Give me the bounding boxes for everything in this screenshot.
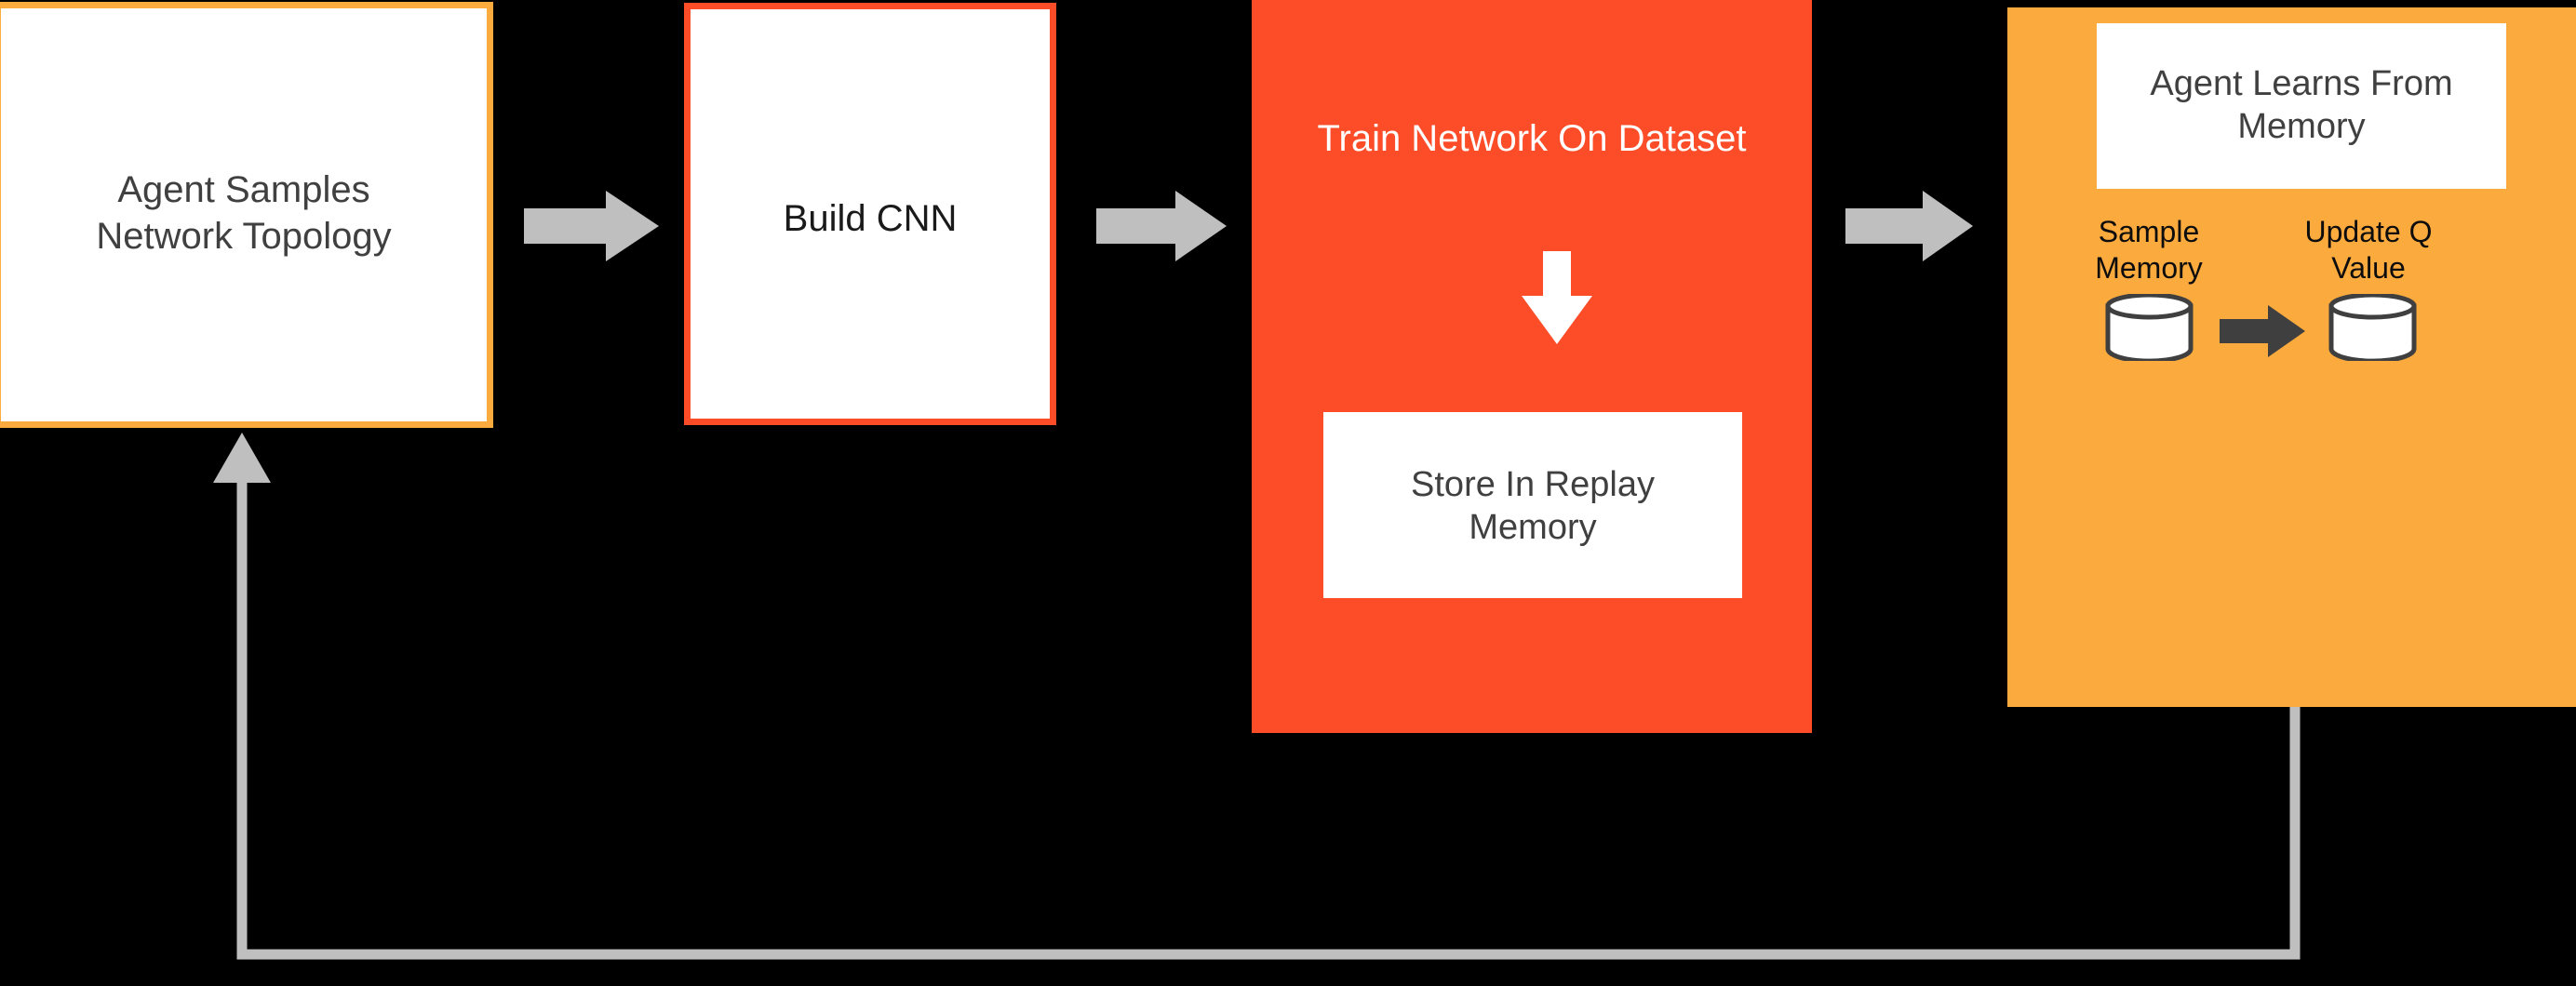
store-in-replay-memory-box[interactable]: Store In Replay Memory: [1323, 412, 1742, 598]
connector-arrow-1: [524, 191, 659, 261]
stage-agent-samples[interactable]: Agent Samples Network Topology: [0, 2, 493, 428]
stage-build-cnn-label: Build CNN: [783, 198, 958, 239]
agent-learns-from-memory-label: Agent Learns From Memory: [2150, 64, 2453, 146]
update-q-value-label: Update Q Value: [2304, 215, 2433, 285]
store-in-replay-memory-label: Store In Replay Memory: [1411, 465, 1655, 547]
connector-arrow-3: [1845, 191, 1973, 261]
right-arrow-icon-db: [2220, 305, 2305, 357]
down-arrow-icon: [1522, 251, 1592, 344]
agent-learns-from-memory-box[interactable]: Agent Learns From Memory: [2097, 23, 2506, 189]
stage-train-network[interactable]: Train Network On Dataset Store In Replay…: [1252, 0, 1812, 733]
database-cylinder-icon-update-q: [2328, 292, 2417, 364]
stage-agent-samples-label: Agent Samples Network Topology: [96, 169, 392, 257]
database-cylinder-icon-sample-memory: [2105, 292, 2194, 364]
diagram-canvas: Agent Samples Network Topology Build CNN…: [0, 0, 2576, 986]
stage-build-cnn[interactable]: Build CNN: [684, 3, 1056, 425]
stage-agent-learns[interactable]: Agent Learns From Memory Sample Memory U…: [2007, 7, 2576, 707]
sample-memory-label: Sample Memory: [2095, 215, 2203, 285]
stage-train-network-title: Train Network On Dataset: [1317, 118, 1747, 159]
connector-arrow-2: [1096, 191, 1227, 261]
